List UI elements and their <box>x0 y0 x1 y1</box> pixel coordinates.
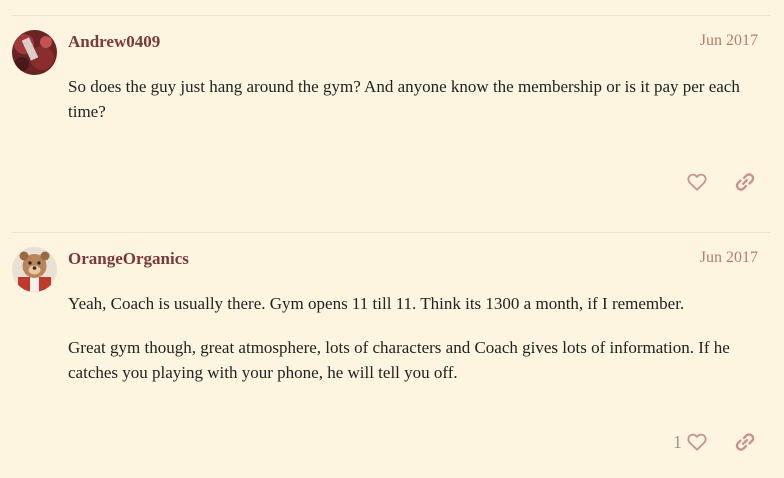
post-body: Yeah, Coach is usually there. Gym opens … <box>68 291 758 404</box>
post-date[interactable]: Jun 2017 <box>700 32 758 50</box>
share-link-button[interactable] <box>732 429 758 455</box>
share-link-button[interactable] <box>732 169 758 195</box>
username[interactable]: OrangeOrganics <box>68 249 189 269</box>
link-icon <box>735 433 755 451</box>
link-icon <box>735 173 755 191</box>
post-body: So does the guy just hang around the gym… <box>68 74 758 143</box>
post: Andrew0409 Jun 2017 So does the guy just… <box>12 15 770 232</box>
heart-icon <box>687 433 707 451</box>
post-paragraph: Great gym though, great atmosphere, lots… <box>68 338 730 382</box>
like-button[interactable] <box>684 429 710 455</box>
post: OrangeOrganics Jun 2017 Yeah, Coach is u… <box>12 232 770 478</box>
like-button[interactable] <box>684 169 710 195</box>
like-count[interactable]: 1 <box>673 432 682 453</box>
post-actions <box>682 169 758 195</box>
post-date[interactable]: Jun 2017 <box>700 249 758 267</box>
avatar[interactable] <box>12 247 57 292</box>
post-paragraph: So does the guy just hang around the gym… <box>68 77 740 121</box>
heart-icon <box>687 173 707 191</box>
post-actions: 1 <box>673 429 758 455</box>
topic-thread: Andrew0409 Jun 2017 So does the guy just… <box>0 0 784 478</box>
post-paragraph: Yeah, Coach is usually there. Gym opens … <box>68 294 685 313</box>
avatar[interactable] <box>12 30 57 75</box>
username[interactable]: Andrew0409 <box>68 32 160 52</box>
